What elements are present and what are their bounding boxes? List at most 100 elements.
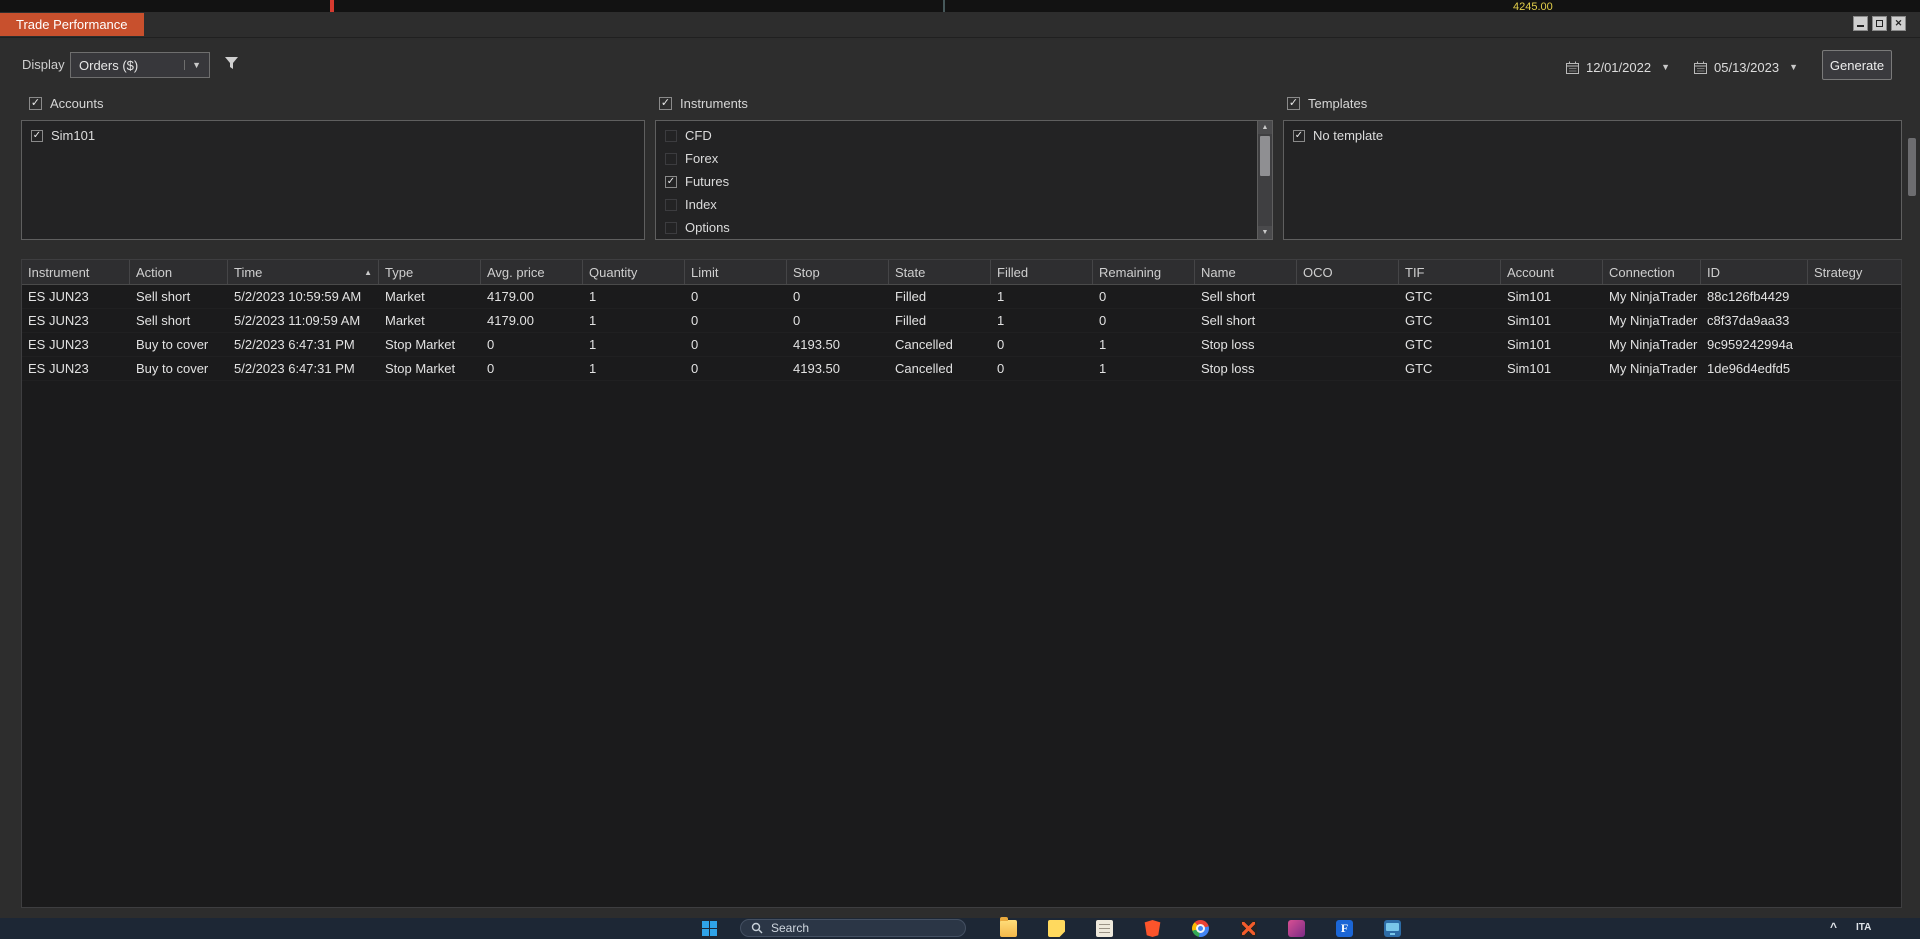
column-header-quantity[interactable]: Quantity — [583, 260, 685, 284]
search-placeholder: Search — [771, 921, 810, 935]
checkbox-icon[interactable] — [659, 97, 672, 110]
scrollbar-thumb[interactable] — [1908, 138, 1916, 196]
accounts-label: Accounts — [50, 96, 104, 111]
instruments-filter-header: Instruments — [659, 96, 748, 111]
checkbox-icon[interactable] — [665, 175, 677, 188]
cell-quantity: 1 — [589, 313, 597, 328]
checkbox-icon[interactable] — [1287, 97, 1300, 110]
templates-filter-header: Templates — [1287, 96, 1367, 111]
cell-remaining: 0 — [1099, 289, 1107, 304]
magenta-app-icon[interactable] — [1288, 920, 1305, 937]
cell-instrument: ES JUN23 — [28, 337, 89, 352]
cell-oco — [1297, 309, 1399, 332]
display-dropdown[interactable]: Orders ($) ▼ — [70, 52, 210, 78]
search-icon — [751, 922, 763, 934]
instrument-list-item[interactable]: Options — [656, 216, 1256, 239]
cell-filled: 1 — [997, 289, 1005, 304]
instrument-list-item[interactable]: Index — [656, 193, 1256, 216]
cell-id: 88c126fb4429 — [1707, 289, 1790, 304]
scroll-down-icon[interactable]: ▼ — [1258, 226, 1272, 239]
close-button[interactable] — [1891, 16, 1906, 31]
cell-strategy — [1808, 309, 1901, 332]
template-list-item[interactable]: No template — [1284, 124, 1885, 147]
cell-account: Sim101 — [1507, 361, 1552, 376]
instruments-scrollbar[interactable]: ▲ ▼ — [1257, 121, 1272, 239]
scrollbar-thumb[interactable] — [1260, 136, 1270, 176]
column-header-limit[interactable]: Limit — [685, 260, 787, 284]
notepad-icon[interactable] — [1096, 920, 1113, 937]
chevron-down-icon: ▼ — [184, 60, 201, 70]
checkbox-icon[interactable] — [665, 129, 677, 142]
minimize-button[interactable] — [1853, 16, 1868, 31]
cell-quantity: 1 — [589, 289, 597, 304]
instrument-list-item[interactable]: Futures — [656, 170, 1256, 193]
column-header-avg-price[interactable]: Avg. price — [481, 260, 583, 284]
column-header-state[interactable]: State — [889, 260, 991, 284]
column-label: Type — [385, 264, 414, 280]
checkbox-icon[interactable] — [1293, 129, 1305, 142]
column-header-name[interactable]: Name — [1195, 260, 1297, 284]
table-row[interactable]: ES JUN23 Buy to cover 5/2/2023 6:47:31 PM S… — [22, 333, 1901, 357]
column-header-strategy[interactable]: Strategy — [1808, 260, 1901, 284]
chevron-down-icon: ▼ — [1789, 62, 1798, 72]
column-header-account[interactable]: Account — [1501, 260, 1603, 284]
instrument-list-item[interactable]: CFD — [656, 124, 1256, 147]
start-button[interactable] — [702, 921, 717, 936]
checkbox-icon[interactable] — [665, 221, 677, 234]
table-row[interactable]: ES JUN23 Sell short 5/2/2023 10:59:59 AM Ma… — [22, 285, 1901, 309]
checkbox-icon[interactable] — [665, 198, 677, 211]
column-header-type[interactable]: Type — [379, 260, 481, 284]
cell-limit: 0 — [691, 361, 699, 376]
column-header-oco[interactable]: OCO — [1297, 260, 1399, 284]
column-header-filled[interactable]: Filled — [991, 260, 1093, 284]
cell-connection: My NinjaTrader — [1609, 361, 1698, 376]
title-bar[interactable]: Trade Performance — [0, 12, 1920, 38]
filter-icon-button[interactable] — [224, 56, 239, 75]
list-item-label: Sim101 — [51, 128, 96, 143]
cell-avg-price: 4179.00 — [487, 313, 534, 328]
instrument-list-item[interactable]: Forex — [656, 147, 1256, 170]
scroll-up-icon[interactable]: ▲ — [1258, 121, 1272, 134]
cell-oco — [1297, 285, 1399, 308]
column-header-tif[interactable]: TIF — [1399, 260, 1501, 284]
tray-chevron-up-icon[interactable]: ^ — [1830, 920, 1837, 934]
instruments-list: CFD Forex Futures Index Options — [656, 124, 1256, 239]
list-item-label: No template — [1313, 128, 1384, 143]
column-header-connection[interactable]: Connection — [1603, 260, 1701, 284]
checkbox-icon[interactable] — [29, 97, 42, 110]
cell-strategy — [1808, 333, 1901, 356]
column-header-instrument[interactable]: Instrument — [22, 260, 130, 284]
checkbox-icon[interactable] — [665, 152, 677, 165]
date-from-picker[interactable]: 12/01/2022 ▼ — [1566, 55, 1670, 79]
taskbar-search[interactable]: Search — [740, 919, 966, 937]
window-vertical-scrollbar[interactable] — [1906, 120, 1918, 900]
cell-instrument: ES JUN23 — [28, 313, 89, 328]
date-to-picker[interactable]: 05/13/2023 ▼ — [1694, 55, 1798, 79]
column-header-action[interactable]: Action — [130, 260, 228, 284]
sticky-notes-icon[interactable] — [1048, 920, 1065, 937]
column-header-stop[interactable]: Stop — [787, 260, 889, 284]
maximize-button[interactable] — [1872, 16, 1887, 31]
cell-id: c8f37da9aa33 — [1707, 313, 1790, 328]
f-app-icon[interactable]: F — [1336, 920, 1353, 937]
display-icon[interactable] — [1384, 920, 1401, 937]
chrome-icon[interactable] — [1192, 920, 1209, 937]
instruments-panel: CFD Forex Futures Index Options ▲ ▼ — [655, 120, 1273, 240]
account-list-item[interactable]: Sim101 — [22, 124, 628, 147]
window-title[interactable]: Trade Performance — [0, 13, 144, 36]
column-header-id[interactable]: ID — [1701, 260, 1808, 284]
cell-account: Sim101 — [1507, 337, 1552, 352]
brave-icon[interactable] — [1144, 920, 1161, 937]
ninjatrader-icon[interactable] — [1240, 920, 1257, 937]
table-row[interactable]: ES JUN23 Sell short 5/2/2023 11:09:59 AM Ma… — [22, 309, 1901, 333]
column-header-time[interactable]: Time ▲ — [228, 260, 379, 284]
display-label: Display — [22, 57, 65, 72]
file-explorer-icon[interactable] — [1000, 917, 1017, 937]
language-indicator[interactable]: ITA — [1856, 922, 1871, 933]
cell-filled: 1 — [997, 313, 1005, 328]
checkbox-icon[interactable] — [31, 129, 43, 142]
table-row[interactable]: ES JUN23 Buy to cover 5/2/2023 6:47:31 PM S… — [22, 357, 1901, 381]
column-header-remaining[interactable]: Remaining — [1093, 260, 1195, 284]
generate-button[interactable]: Generate — [1822, 50, 1892, 80]
cell-avg-price: 0 — [487, 361, 495, 376]
